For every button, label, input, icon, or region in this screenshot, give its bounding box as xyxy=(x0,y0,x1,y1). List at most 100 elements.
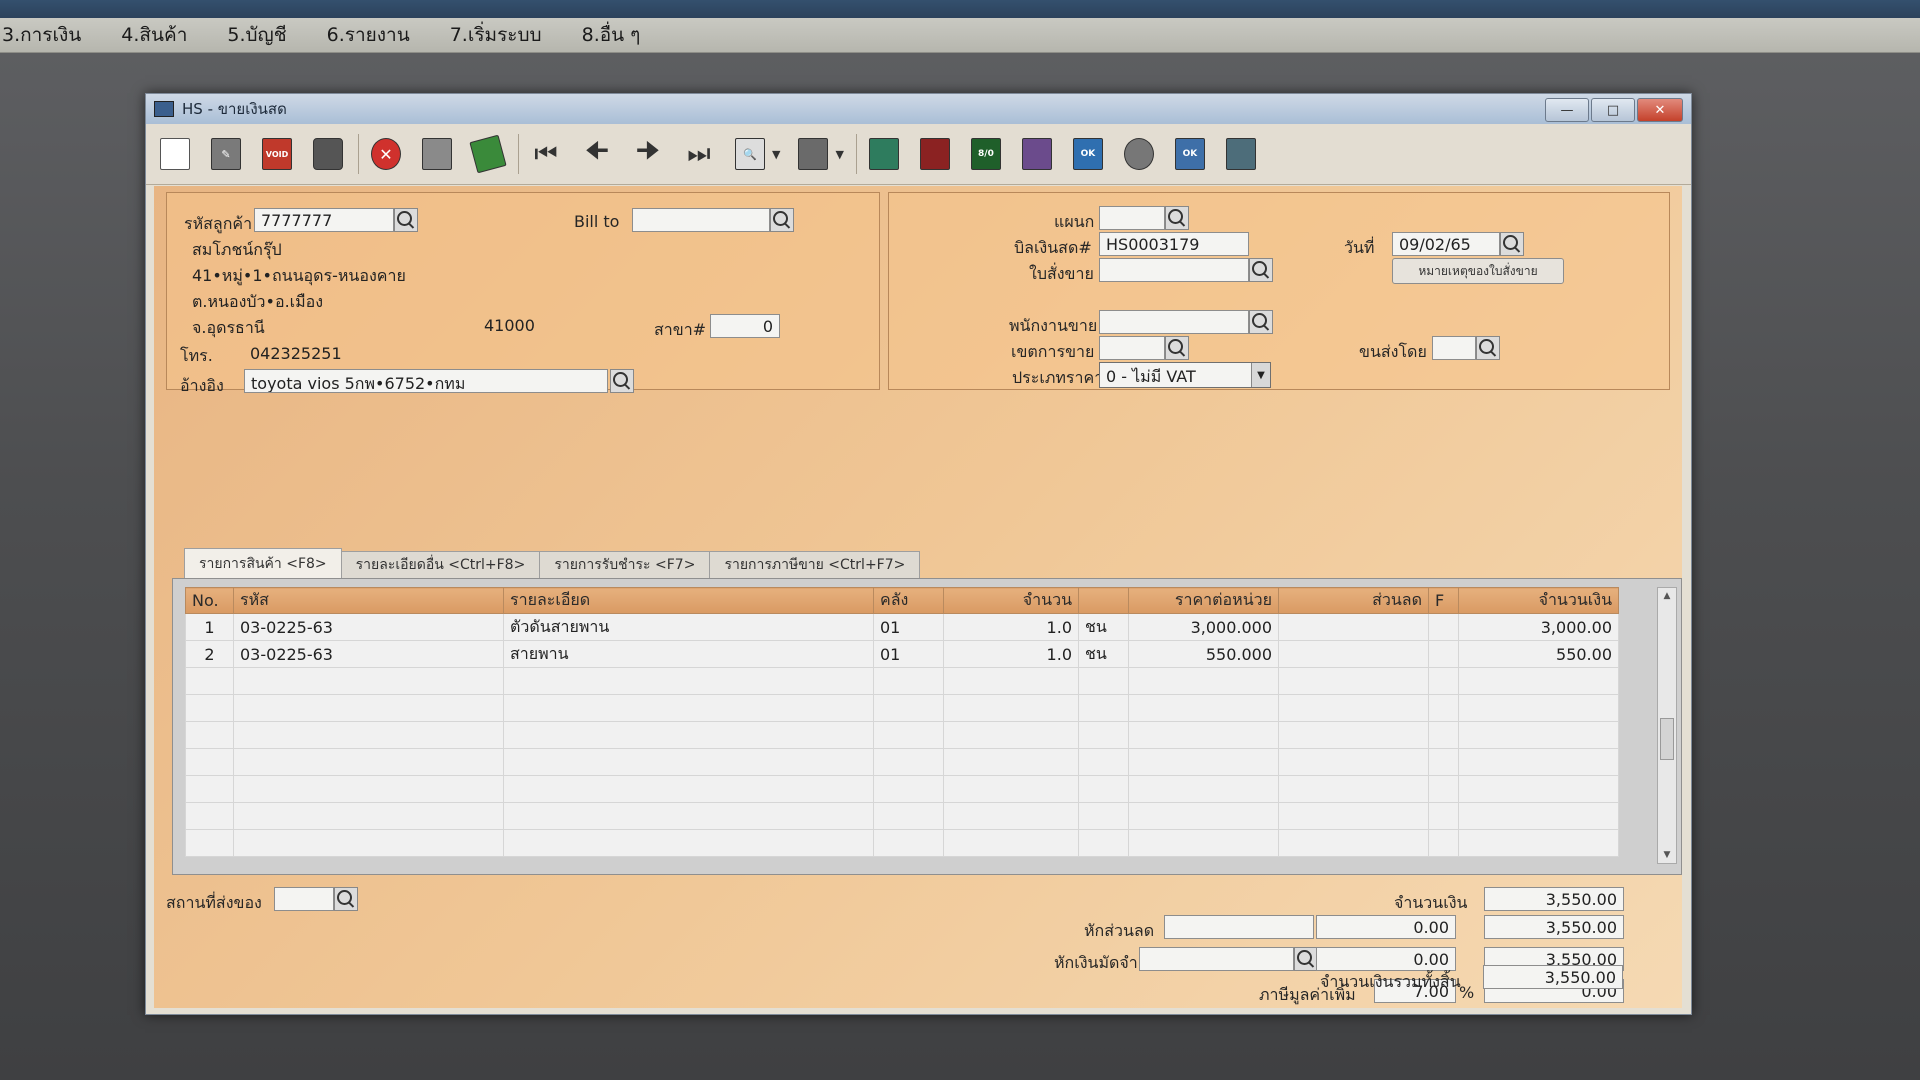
reference-search-icon[interactable] xyxy=(610,369,634,393)
tab-payments[interactable]: รายการรับชำระ <F7> xyxy=(539,551,711,578)
sales-area-input[interactable] xyxy=(1099,336,1165,360)
preview-icon[interactable]: 🔍 xyxy=(729,133,771,175)
window-title: HS - ขายเงินสด xyxy=(182,100,287,118)
menu-report[interactable]: 6.รายงาน xyxy=(327,20,410,50)
scroll-thumb[interactable] xyxy=(1660,718,1674,760)
date-picker-icon[interactable] xyxy=(1500,232,1524,256)
order-note-button[interactable]: หมายเหตุของใบสั่งขาย xyxy=(1392,258,1564,284)
cashier-icon[interactable] xyxy=(1016,133,1058,175)
preview-dropdown-icon[interactable]: ▼ xyxy=(772,148,780,161)
network-icon[interactable] xyxy=(1220,133,1262,175)
discount-total: 3,550.00 xyxy=(1484,915,1624,939)
cell-amount: 3,000.00 xyxy=(1458,613,1619,641)
customer-search-icon[interactable] xyxy=(394,208,418,232)
scroll-up-icon[interactable]: ▲ xyxy=(1658,588,1676,604)
print-dropdown-icon[interactable]: ▼ xyxy=(835,148,843,161)
chevron-down-icon: ▼ xyxy=(1251,363,1270,387)
table-row[interactable] xyxy=(185,802,1619,830)
sales-order-search-icon[interactable] xyxy=(1249,258,1273,282)
col-unit[interactable] xyxy=(1078,587,1129,614)
menu-setup[interactable]: 7.เริ่มระบบ xyxy=(450,20,542,50)
scroll-down-icon[interactable]: ▼ xyxy=(1658,847,1676,863)
void-icon[interactable]: VOID xyxy=(256,133,298,175)
department-search-icon[interactable] xyxy=(1165,206,1189,230)
branch-input[interactable]: 0 xyxy=(710,314,780,338)
user-ok-icon[interactable]: OK xyxy=(1067,133,1109,175)
new-doc-icon[interactable] xyxy=(154,133,196,175)
print-icon[interactable] xyxy=(792,133,834,175)
calc-icon[interactable] xyxy=(863,133,905,175)
table-row[interactable] xyxy=(185,667,1619,695)
cash-sale-window: HS - ขายเงินสด — □ ✕ ✎ VOID ✕ ⏮ 🠈 🠊 ⏭ 🔍 … xyxy=(145,93,1692,1015)
date-input[interactable]: 09/02/65 xyxy=(1392,232,1500,256)
reference-input[interactable]: toyota vios 5กพ•6752•กทม xyxy=(244,369,608,393)
col-unit-price[interactable]: ราคาต่อหน่วย xyxy=(1128,587,1279,614)
last-record-icon[interactable]: ⏭ xyxy=(678,133,720,175)
grid-scrollbar[interactable]: ▲ ▼ xyxy=(1657,587,1677,864)
menu-account[interactable]: 5.บัญชี xyxy=(227,20,286,50)
col-code[interactable]: รหัส xyxy=(233,587,504,614)
delivery-place-input[interactable] xyxy=(274,887,334,911)
sales-order-input[interactable] xyxy=(1099,258,1249,282)
next-record-icon[interactable]: 🠊 xyxy=(627,133,669,175)
customer-province: จ.อุดรธานี xyxy=(192,318,265,337)
branch-label: สาขา# xyxy=(654,320,707,339)
price-type-select[interactable]: 0 - ไม่มี VAT ▼ xyxy=(1099,362,1271,388)
col-description[interactable]: รายละเอียด xyxy=(503,587,874,614)
discount-input[interactable] xyxy=(1164,915,1314,939)
sales-area-search-icon[interactable] xyxy=(1165,336,1189,360)
menu-other[interactable]: 8.อื่น ๆ xyxy=(582,20,641,50)
table-row[interactable]: 1 03-0225-63 ตัวดันสายพาน 01 1.0 ชน 3,00… xyxy=(185,613,1619,641)
tab-items[interactable]: รายการสินค้า <F8> xyxy=(184,548,342,578)
col-quantity[interactable]: จำนวน xyxy=(943,587,1079,614)
door-ok-icon[interactable]: OK xyxy=(1169,133,1211,175)
salesperson-search-icon[interactable] xyxy=(1249,310,1273,334)
delivery-place-label: สถานที่ส่งของ xyxy=(166,893,262,912)
minimize-button[interactable]: — xyxy=(1545,98,1589,122)
bill-to-search-icon[interactable] xyxy=(770,208,794,232)
ship-by-label: ขนส่งโดย xyxy=(1359,342,1427,361)
col-warehouse[interactable]: คลัง xyxy=(873,587,944,614)
menu-product[interactable]: 4.สินค้า xyxy=(121,20,187,50)
close-button[interactable]: ✕ xyxy=(1637,98,1683,122)
bill-to-input[interactable] xyxy=(632,208,770,232)
table-row[interactable] xyxy=(185,748,1619,776)
cell-quantity: 1.0 xyxy=(943,640,1079,668)
save-icon[interactable] xyxy=(416,133,458,175)
count-icon[interactable]: 8/0 xyxy=(965,133,1007,175)
department-input[interactable] xyxy=(1099,206,1165,230)
table-row[interactable] xyxy=(185,829,1619,857)
cell-unit: ชน xyxy=(1078,613,1129,641)
col-flag[interactable]: F xyxy=(1428,587,1459,614)
ship-by-input[interactable] xyxy=(1432,336,1476,360)
edit-icon[interactable]: ✎ xyxy=(205,133,247,175)
price-type-value: 0 - ไม่มี VAT xyxy=(1106,367,1196,386)
col-amount[interactable]: จำนวนเงิน xyxy=(1458,587,1619,614)
table-row[interactable]: 2 03-0225-63 สายพาน 01 1.0 ชน 550.000 55… xyxy=(185,640,1619,668)
bill-number-input[interactable]: HS0003179 xyxy=(1099,232,1249,256)
price-type-label: ประเภทราคา xyxy=(1012,368,1104,387)
table-row[interactable] xyxy=(185,775,1619,803)
delivery-place-search-icon[interactable] xyxy=(334,887,358,911)
prev-record-icon[interactable]: 🠈 xyxy=(576,133,618,175)
menu-finance[interactable]: 3.การเงิน xyxy=(2,20,81,50)
first-record-icon[interactable]: ⏮ xyxy=(525,133,567,175)
sales-area-label: เขตการขาย xyxy=(1011,342,1095,361)
grand-total-label: จำนวนเงินรวมทั้งสิ้น xyxy=(1320,972,1461,991)
cell-code: 03-0225-63 xyxy=(233,613,504,641)
table-row[interactable] xyxy=(185,721,1619,749)
customer-code-input[interactable]: 7777777 xyxy=(254,208,394,232)
maximize-button[interactable]: □ xyxy=(1591,98,1635,122)
stack-icon[interactable] xyxy=(467,133,509,175)
delete-trash-icon[interactable] xyxy=(307,133,349,175)
tab-sales-tax[interactable]: รายการภาษีขาย <Ctrl+F7> xyxy=(709,551,921,578)
card-icon[interactable] xyxy=(914,133,956,175)
cancel-x-icon[interactable]: ✕ xyxy=(365,133,407,175)
col-discount[interactable]: ส่วนลด xyxy=(1278,587,1429,614)
settings-icon[interactable] xyxy=(1118,133,1160,175)
salesperson-input[interactable] xyxy=(1099,310,1249,334)
col-no[interactable]: No. xyxy=(185,587,234,614)
table-row[interactable] xyxy=(185,694,1619,722)
ship-by-search-icon[interactable] xyxy=(1476,336,1500,360)
tab-other-details[interactable]: รายละเอียดอื่น <Ctrl+F8> xyxy=(340,551,541,578)
